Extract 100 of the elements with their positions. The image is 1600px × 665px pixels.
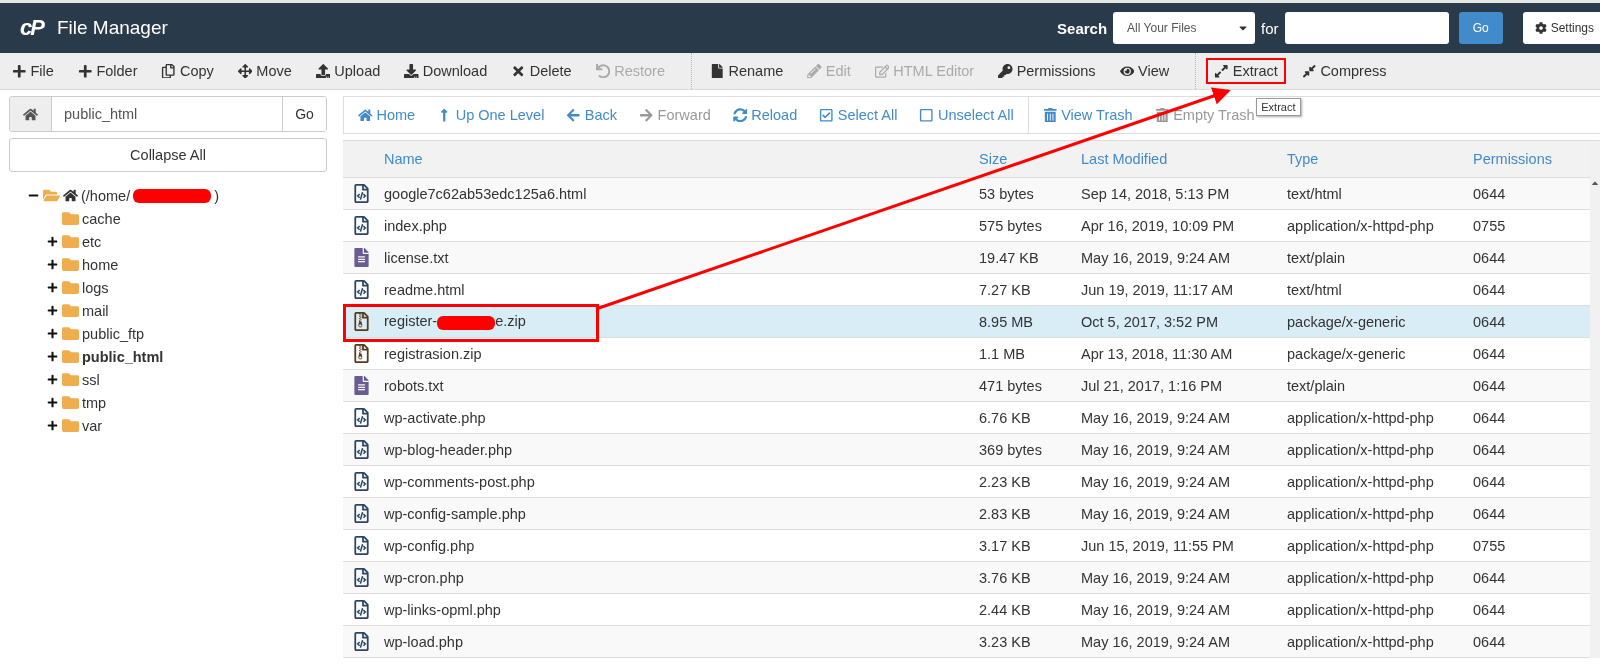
plus-icon[interactable] bbox=[46, 282, 59, 293]
file-row[interactable]: wp-blog-header.php 369 bytes May 16, 2019, 9:24 AM application/x-httpd-php 0644 bbox=[343, 434, 1590, 466]
nav-button[interactable]: Unselect All bbox=[911, 107, 1022, 123]
toolbar-button[interactable]: File bbox=[4, 58, 62, 84]
nav-button[interactable]: Home bbox=[350, 107, 424, 123]
folder-icon bbox=[62, 233, 79, 250]
toolbar-button[interactable]: Download bbox=[396, 58, 496, 84]
search-field[interactable] bbox=[1284, 12, 1449, 44]
nav-button[interactable]: Reload bbox=[724, 107, 806, 123]
folder-label[interactable]: mail bbox=[82, 302, 109, 319]
folder-label[interactable]: logs bbox=[82, 279, 109, 296]
file-type: application/x-httpd-php bbox=[1286, 441, 1435, 458]
folder-label[interactable]: home bbox=[82, 256, 119, 273]
file-size: 2.83 KB bbox=[978, 505, 1032, 522]
toolbar-button[interactable]: Copy bbox=[153, 58, 222, 84]
modified-date: Apr 16, 2019, 10:09 PM bbox=[1080, 217, 1236, 234]
toolbar-button[interactable]: Move bbox=[229, 58, 300, 84]
settings-button[interactable]: Settings bbox=[1522, 12, 1600, 44]
archive-file-icon bbox=[351, 344, 371, 363]
file-size: 3.23 KB bbox=[978, 633, 1032, 650]
plus-icon[interactable] bbox=[46, 259, 59, 270]
nav-button[interactable]: View Trash bbox=[1034, 107, 1141, 123]
plus-icon[interactable] bbox=[46, 328, 59, 339]
folder-label[interactable]: public_ftp bbox=[82, 325, 145, 342]
toolbar-button[interactable]: View bbox=[1111, 58, 1178, 84]
close-icon bbox=[511, 63, 526, 79]
download-icon bbox=[404, 63, 419, 79]
code-file-icon bbox=[351, 568, 371, 587]
modified-date: Apr 13, 2018, 11:30 AM bbox=[1080, 345, 1234, 362]
app-title: File Manager bbox=[56, 17, 168, 39]
modified-date: Jun 19, 2019, 11:17 AM bbox=[1080, 281, 1235, 298]
file-row[interactable]: license.txt 19.47 KB May 16, 2019, 9:24 AM text/plain 0644 bbox=[343, 242, 1590, 274]
code-file-icon bbox=[351, 184, 371, 203]
file-type: application/x-httpd-php bbox=[1286, 473, 1435, 490]
file-name: wp-blog-header.php bbox=[383, 441, 514, 458]
file-row[interactable]: wp-load.php 3.23 KB May 16, 2019, 9:24 AM application/x-httpd-php 0644 bbox=[343, 626, 1590, 658]
folder-label[interactable]: ssl bbox=[82, 371, 100, 388]
code-file-icon bbox=[351, 504, 371, 523]
plus-icon[interactable] bbox=[46, 374, 59, 385]
archive-file-icon bbox=[351, 312, 371, 331]
scope-dropdown[interactable]: All Your Files bbox=[1113, 12, 1256, 44]
file-permissions: 0644 bbox=[1472, 313, 1507, 330]
folder-icon bbox=[62, 417, 79, 434]
path-field[interactable]: public_html Go bbox=[9, 96, 327, 132]
toolbar-button[interactable]: Upload bbox=[307, 58, 389, 84]
plus-icon[interactable] bbox=[46, 236, 59, 247]
toolbar-button[interactable]: Compress bbox=[1293, 58, 1395, 84]
file-type: application/x-httpd-php bbox=[1286, 633, 1435, 650]
file-permissions: 0644 bbox=[1472, 441, 1507, 458]
file-name: register- e.zip bbox=[383, 313, 527, 330]
folder-label[interactable]: cache bbox=[82, 210, 121, 227]
file-type: package/x-generic bbox=[1286, 313, 1407, 330]
toolbar-button[interactable]: Delete bbox=[503, 58, 580, 84]
folder-label[interactable]: public_html bbox=[82, 348, 164, 365]
modified-date: May 16, 2019, 9:24 AM bbox=[1080, 569, 1232, 586]
trash-icon bbox=[1154, 107, 1170, 123]
plus-icon bbox=[12, 63, 27, 79]
modified-date: Jun 15, 2019, 11:55 PM bbox=[1080, 537, 1235, 554]
file-permissions: 0644 bbox=[1472, 249, 1507, 266]
folder-icon bbox=[62, 210, 79, 227]
file-size: 19.47 KB bbox=[978, 249, 1040, 266]
modified-date: May 16, 2019, 9:24 AM bbox=[1080, 505, 1232, 522]
toolbar-button[interactable]: Folder bbox=[69, 58, 146, 84]
nav-button[interactable]: Back bbox=[558, 107, 626, 123]
toolbar-button[interactable]: Rename bbox=[701, 58, 792, 84]
checkbox-icon bbox=[819, 107, 834, 123]
file-name: readme.html bbox=[383, 281, 466, 298]
nav-button[interactable]: Up One Level bbox=[429, 107, 553, 123]
file-row[interactable]: wp-cron.php 3.76 KB May 16, 2019, 9:24 AM application/x-httpd-php 0644 bbox=[343, 562, 1590, 594]
plus-icon[interactable] bbox=[46, 420, 59, 431]
plus-icon[interactable] bbox=[46, 305, 59, 316]
scrollbar[interactable] bbox=[1590, 141, 1600, 658]
nav-button[interactable]: Select All bbox=[811, 107, 906, 123]
home-icon bbox=[23, 106, 38, 122]
go-button[interactable]: Go bbox=[282, 97, 326, 131]
toolbar-button[interactable]: Extract bbox=[1206, 58, 1286, 84]
modified-date: Sep 14, 2018, 5:13 PM bbox=[1080, 185, 1231, 202]
folder-icon bbox=[62, 348, 79, 365]
go-button[interactable]: Go bbox=[1458, 12, 1503, 44]
home-button[interactable] bbox=[10, 97, 52, 131]
file-permissions: 0644 bbox=[1472, 473, 1507, 490]
collapse-all-button[interactable]: Collapse All bbox=[9, 138, 327, 172]
folder-label[interactable]: var bbox=[82, 417, 103, 434]
file-row[interactable]: google7c62ab53edc125a6.html 53 bytes Sep 14, 2018, 5:13 PM text/html 0644 bbox=[343, 178, 1590, 210]
plus-icon[interactable] bbox=[46, 397, 59, 408]
key-icon bbox=[998, 63, 1013, 79]
plus-icon[interactable] bbox=[46, 351, 59, 362]
folder-icon bbox=[62, 279, 79, 296]
file-permissions: 0644 bbox=[1472, 185, 1507, 202]
file-row[interactable]: wp-config-sample.php 2.83 KB May 16, 2019, 9:24 AM application/x-httpd-php 0644 bbox=[343, 498, 1590, 530]
file-size: 2.23 KB bbox=[978, 473, 1032, 490]
file-row[interactable]: robots.txt 471 bytes Jul 21, 2017, 1:16 PM text/plain 0644 bbox=[343, 370, 1590, 402]
folder-icon bbox=[43, 187, 60, 204]
file-size: 3.17 KB bbox=[978, 537, 1032, 554]
folder-label[interactable]: etc bbox=[82, 233, 102, 250]
folder-label[interactable]: (/home/ bbox=[81, 187, 131, 204]
folder-label[interactable]: tmp bbox=[82, 394, 107, 411]
file-size: 2.44 KB bbox=[978, 601, 1032, 618]
toolbar-button[interactable]: Permissions bbox=[990, 58, 1104, 84]
folder-icon bbox=[62, 371, 79, 388]
